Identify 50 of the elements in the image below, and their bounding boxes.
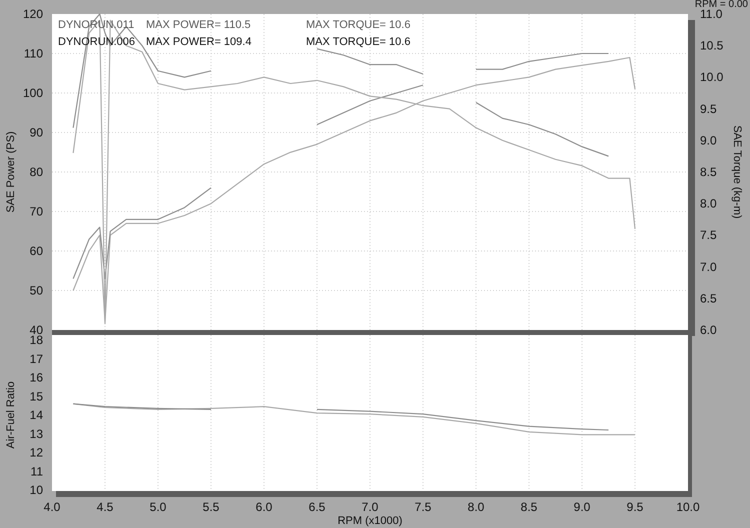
- axis-tick-label: 10: [30, 483, 43, 497]
- legend-max-power: MAX POWER= 110.5: [146, 18, 252, 33]
- axis-tick-label: 9.5: [700, 102, 717, 116]
- axis-tick-label: 4.0: [44, 500, 60, 514]
- axis-tick-label: 110: [24, 46, 43, 60]
- axis-tick-label: 7.0: [700, 260, 717, 274]
- axis-tick-label: 100: [22, 86, 43, 100]
- axis-tick-label: 17: [30, 352, 43, 366]
- axis-tick-label: 5.5: [202, 500, 220, 514]
- axis-title: SAE Torque (kg-m): [731, 125, 743, 219]
- axis-tick-label: 14: [30, 408, 43, 422]
- axis-tick-label: 8.0: [468, 500, 484, 514]
- axis-tick-label: 10.0: [700, 70, 724, 84]
- axis-tick-label: 16: [30, 370, 43, 384]
- axis-tick-label: 120: [22, 7, 43, 21]
- axis-tick-label: 11.0: [700, 7, 722, 21]
- axis-tick-label: 12: [30, 446, 43, 460]
- axis-tick-label: 7.0: [362, 500, 378, 514]
- rpm-readout: RPM = 0.00: [694, 0, 748, 10]
- axis-tick-label: 11: [30, 464, 43, 478]
- axis-tick-label: 8.0: [700, 196, 717, 211]
- axis-tick-label: 6.5: [308, 500, 326, 514]
- axis-tick-label: 5.0: [150, 500, 166, 514]
- axis-tick-label: 15: [30, 389, 43, 404]
- legend-max-torque: MAX TORQUE= 10.6: [306, 18, 412, 33]
- axis-tick-label: 7.5: [414, 500, 432, 514]
- axis-tick-label: 50: [30, 284, 43, 298]
- axis-tick-label: 7.5: [700, 228, 717, 242]
- axis-tick-label: 6.0: [700, 323, 717, 337]
- axis-tick-label: 80: [30, 165, 43, 179]
- axis-tick-label: 70: [30, 204, 43, 218]
- axis-tick-label: 10.0: [676, 500, 700, 514]
- axis-tick-label: 13: [30, 426, 43, 441]
- legend-max-torque: MAX TORQUE= 10.6: [306, 35, 412, 50]
- axis-tick-label: 6.0: [256, 500, 272, 514]
- legend-max-power: MAX POWER= 109.4: [146, 35, 252, 50]
- axis-tick-label: 6.5: [700, 291, 717, 306]
- axis-tick-label: 4.5: [96, 500, 114, 514]
- axis-tick-label: 60: [30, 244, 43, 258]
- axis-title: RPM (x1000): [338, 515, 402, 527]
- axis-tick-label: 8.5: [700, 165, 717, 179]
- legend-run-name: DYNORUN.006: [58, 35, 136, 50]
- axis-title: SAE Power (PS): [5, 131, 17, 213]
- axis-tick-label: 10.5: [700, 38, 724, 53]
- axis-title: Air-Fuel Ratio: [5, 381, 17, 449]
- axis-tick-label: 9.0: [700, 133, 717, 148]
- axis-tick-label: 8.5: [520, 500, 538, 514]
- axis-tick-label: 9.5: [626, 500, 644, 514]
- axis-tick-label: 9.0: [574, 500, 590, 514]
- axis-tick-label: 90: [30, 126, 43, 140]
